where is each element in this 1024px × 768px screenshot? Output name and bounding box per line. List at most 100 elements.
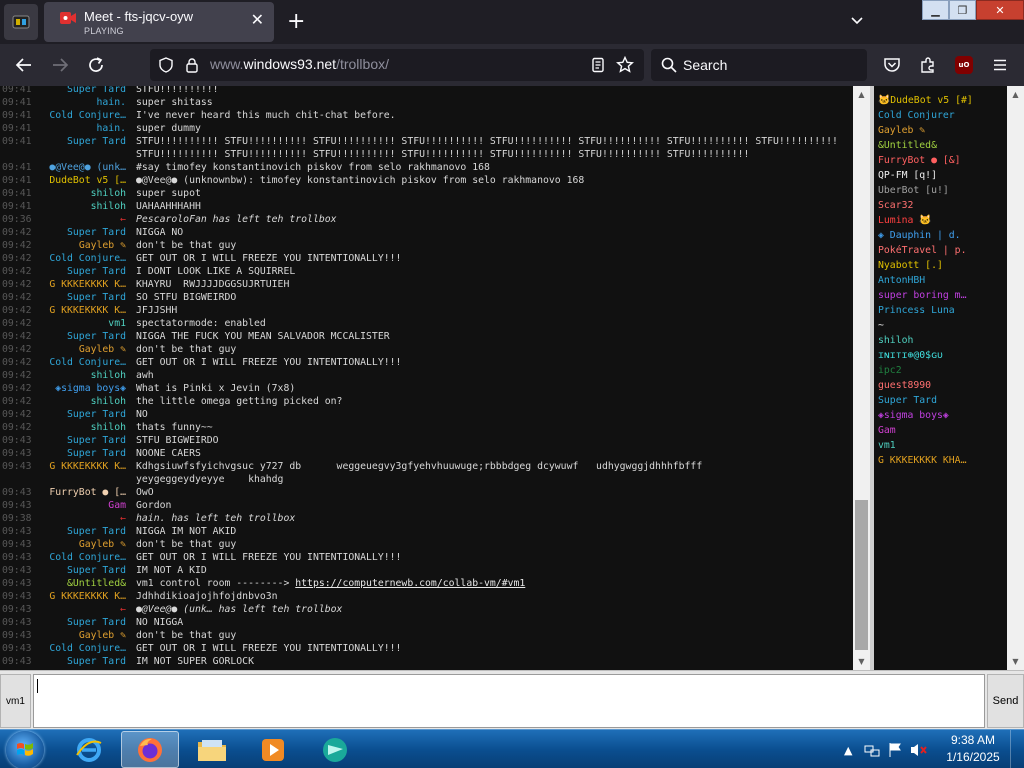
scroll-up-arrow-icon[interactable]: ▲ xyxy=(853,86,870,103)
browser-tab[interactable]: Meet - fts-jqcv-oyw PLAYING ✕ xyxy=(44,2,274,42)
message-nick[interactable]: Cold Conjure… xyxy=(40,252,126,265)
user-list-item[interactable]: FurryBot ● [&] xyxy=(874,153,1007,168)
user-list-item[interactable]: guest8990 xyxy=(874,378,1007,393)
user-list-item[interactable]: Princess Luna xyxy=(874,303,1007,318)
message-nick[interactable]: G KKKEKKKK K… xyxy=(40,278,126,291)
message-nick[interactable]: Gayleb ✎ xyxy=(40,239,126,252)
message-nick[interactable]: vm1 xyxy=(40,317,126,330)
users-scroll-up-arrow-icon[interactable]: ▲ xyxy=(1007,86,1024,103)
firefox-view-button[interactable] xyxy=(4,4,38,40)
user-list-item[interactable]: ipc2 xyxy=(874,363,1007,378)
user-list-item[interactable]: Super Tard xyxy=(874,393,1007,408)
room-button[interactable]: vm1 xyxy=(0,674,31,728)
chat-log[interactable]: 09:41 Super Tard STFU!!!!!!!!!! 09:41 hain. s… xyxy=(0,86,853,670)
message-nick[interactable]: Cold Conjure… xyxy=(40,642,126,655)
user-list-item[interactable]: Cold Conjurer xyxy=(874,108,1007,123)
message-nick[interactable]: Gayleb ✎ xyxy=(40,343,126,356)
action-center-flag-icon[interactable] xyxy=(888,742,902,758)
message-nick[interactable]: ← xyxy=(40,603,126,616)
message-nick[interactable]: Super Tard xyxy=(40,434,126,447)
lock-icon[interactable] xyxy=(184,57,200,73)
message-nick[interactable]: shiloh xyxy=(40,421,126,434)
volume-muted-icon[interactable] xyxy=(910,742,928,758)
extensions-icon[interactable] xyxy=(918,55,938,75)
network-icon[interactable] xyxy=(864,742,880,758)
message-nick[interactable]: &Untitled& xyxy=(40,577,126,590)
user-list-item[interactable]: ◈ Dauphin | d. xyxy=(874,228,1007,243)
message-nick[interactable]: Super Tard xyxy=(40,408,126,421)
message-nick[interactable]: Super Tard xyxy=(40,226,126,239)
user-list-item[interactable]: super boring m… xyxy=(874,288,1007,303)
message-nick[interactable]: ← xyxy=(40,213,126,226)
maximize-icon[interactable]: ❐ xyxy=(949,0,976,20)
hamburger-menu-icon[interactable] xyxy=(990,55,1010,75)
tab-close-icon[interactable]: ✕ xyxy=(251,12,264,28)
user-list-item[interactable]: QP-FM [q!] xyxy=(874,168,1007,183)
user-list-item[interactable]: PokéTravel | p. xyxy=(874,243,1007,258)
reload-icon[interactable] xyxy=(86,55,106,75)
message-nick[interactable]: Super Tard xyxy=(40,447,126,460)
message-link[interactable]: https://computernewb.com/collab-vm/#vm1 xyxy=(295,578,525,589)
message-nick[interactable]: Super Tard xyxy=(40,86,126,96)
show-hidden-icons-icon[interactable]: ▲ xyxy=(844,744,852,757)
clock[interactable]: 9:38 AM 1/16/2025 xyxy=(944,732,1002,766)
message-nick[interactable]: Cold Conjure… xyxy=(40,109,126,122)
message-nick[interactable]: shiloh xyxy=(40,395,126,408)
user-list-item[interactable]: Gayleb ✎ xyxy=(874,123,1007,138)
message-nick[interactable]: Gam xyxy=(40,499,126,512)
message-nick[interactable]: Cold Conjure… xyxy=(40,551,126,564)
user-list-item[interactable]: Nyabott [.] xyxy=(874,258,1007,273)
list-all-tabs-icon[interactable] xyxy=(849,12,865,28)
bookmark-star-icon[interactable] xyxy=(616,56,634,74)
firefox-taskbar-icon[interactable] xyxy=(121,731,179,768)
message-nick[interactable]: shiloh xyxy=(40,369,126,382)
remote-app-icon[interactable] xyxy=(306,731,364,768)
user-list-item[interactable]: shiloh xyxy=(874,333,1007,348)
show-desktop-button[interactable] xyxy=(1010,730,1024,768)
user-list-item[interactable]: &Untitled& xyxy=(874,138,1007,153)
message-nick[interactable]: G KKKEKKKK K… xyxy=(40,304,126,317)
chat-scroll-thumb[interactable] xyxy=(855,500,868,650)
message-nick[interactable]: Super Tard xyxy=(40,655,126,668)
reader-view-icon[interactable] xyxy=(590,57,606,73)
message-nick[interactable]: Super Tard xyxy=(40,564,126,577)
user-list-scrollbar[interactable]: ▲ ▼ xyxy=(1007,86,1024,670)
message-nick[interactable]: Gayleb ✎ xyxy=(40,629,126,642)
url-bar[interactable]: www.windows93.net/trollbox/ xyxy=(150,49,644,81)
chat-scrollbar[interactable]: ▲ ▼ xyxy=(853,86,870,670)
user-list-item[interactable]: Gam xyxy=(874,423,1007,438)
user-list-item[interactable]: UberBot [u!] xyxy=(874,183,1007,198)
message-nick[interactable]: ●@Vee@● (unk… xyxy=(40,161,126,174)
users-scroll-down-arrow-icon[interactable]: ▼ xyxy=(1007,653,1024,670)
message-nick[interactable]: hain. xyxy=(40,96,127,109)
internet-explorer-icon[interactable] xyxy=(60,731,118,768)
message-nick[interactable]: hain. xyxy=(40,122,127,135)
user-list-item[interactable]: vm1 xyxy=(874,438,1007,453)
url-text[interactable]: www.windows93.net/trollbox/ xyxy=(210,56,389,72)
message-nick[interactable]: Super Tard xyxy=(40,330,126,343)
message-nick[interactable]: DudeBot v5 [… xyxy=(40,174,126,187)
message-input[interactable] xyxy=(33,674,985,728)
user-list-item[interactable]: ◈sigma boys◈ xyxy=(874,408,1007,423)
send-button[interactable]: Send xyxy=(987,674,1024,728)
message-nick[interactable]: Cold Conjure… xyxy=(40,356,126,369)
user-list-item[interactable]: G KKKEKKKK KHA… xyxy=(874,453,1007,468)
search-bar[interactable]: Search xyxy=(651,49,867,81)
back-icon[interactable] xyxy=(14,55,34,75)
ublock-origin-icon[interactable]: uO xyxy=(955,56,973,74)
message-nick[interactable]: G KKKEKKKK K… xyxy=(40,590,126,603)
message-nick[interactable]: G KKKEKKKK K… xyxy=(40,460,126,473)
message-nick[interactable]: Super Tard xyxy=(40,265,126,278)
message-nick[interactable]: Super Tard xyxy=(40,525,126,538)
message-nick[interactable]: Super Tard xyxy=(40,616,126,629)
shield-icon[interactable] xyxy=(158,57,174,73)
message-nick[interactable]: shiloh xyxy=(40,200,126,213)
message-nick[interactable]: ◈sigma boys◈ xyxy=(40,382,126,395)
message-nick[interactable]: FurryBot ● [… xyxy=(40,486,126,499)
start-button[interactable] xyxy=(6,731,44,768)
pocket-icon[interactable] xyxy=(882,55,902,75)
user-list-item[interactable]: AntonHBH xyxy=(874,273,1007,288)
scroll-down-arrow-icon[interactable]: ▼ xyxy=(853,653,870,670)
user-list-item[interactable]: Scar32 xyxy=(874,198,1007,213)
user-list-item[interactable]: ~ xyxy=(874,318,1007,333)
